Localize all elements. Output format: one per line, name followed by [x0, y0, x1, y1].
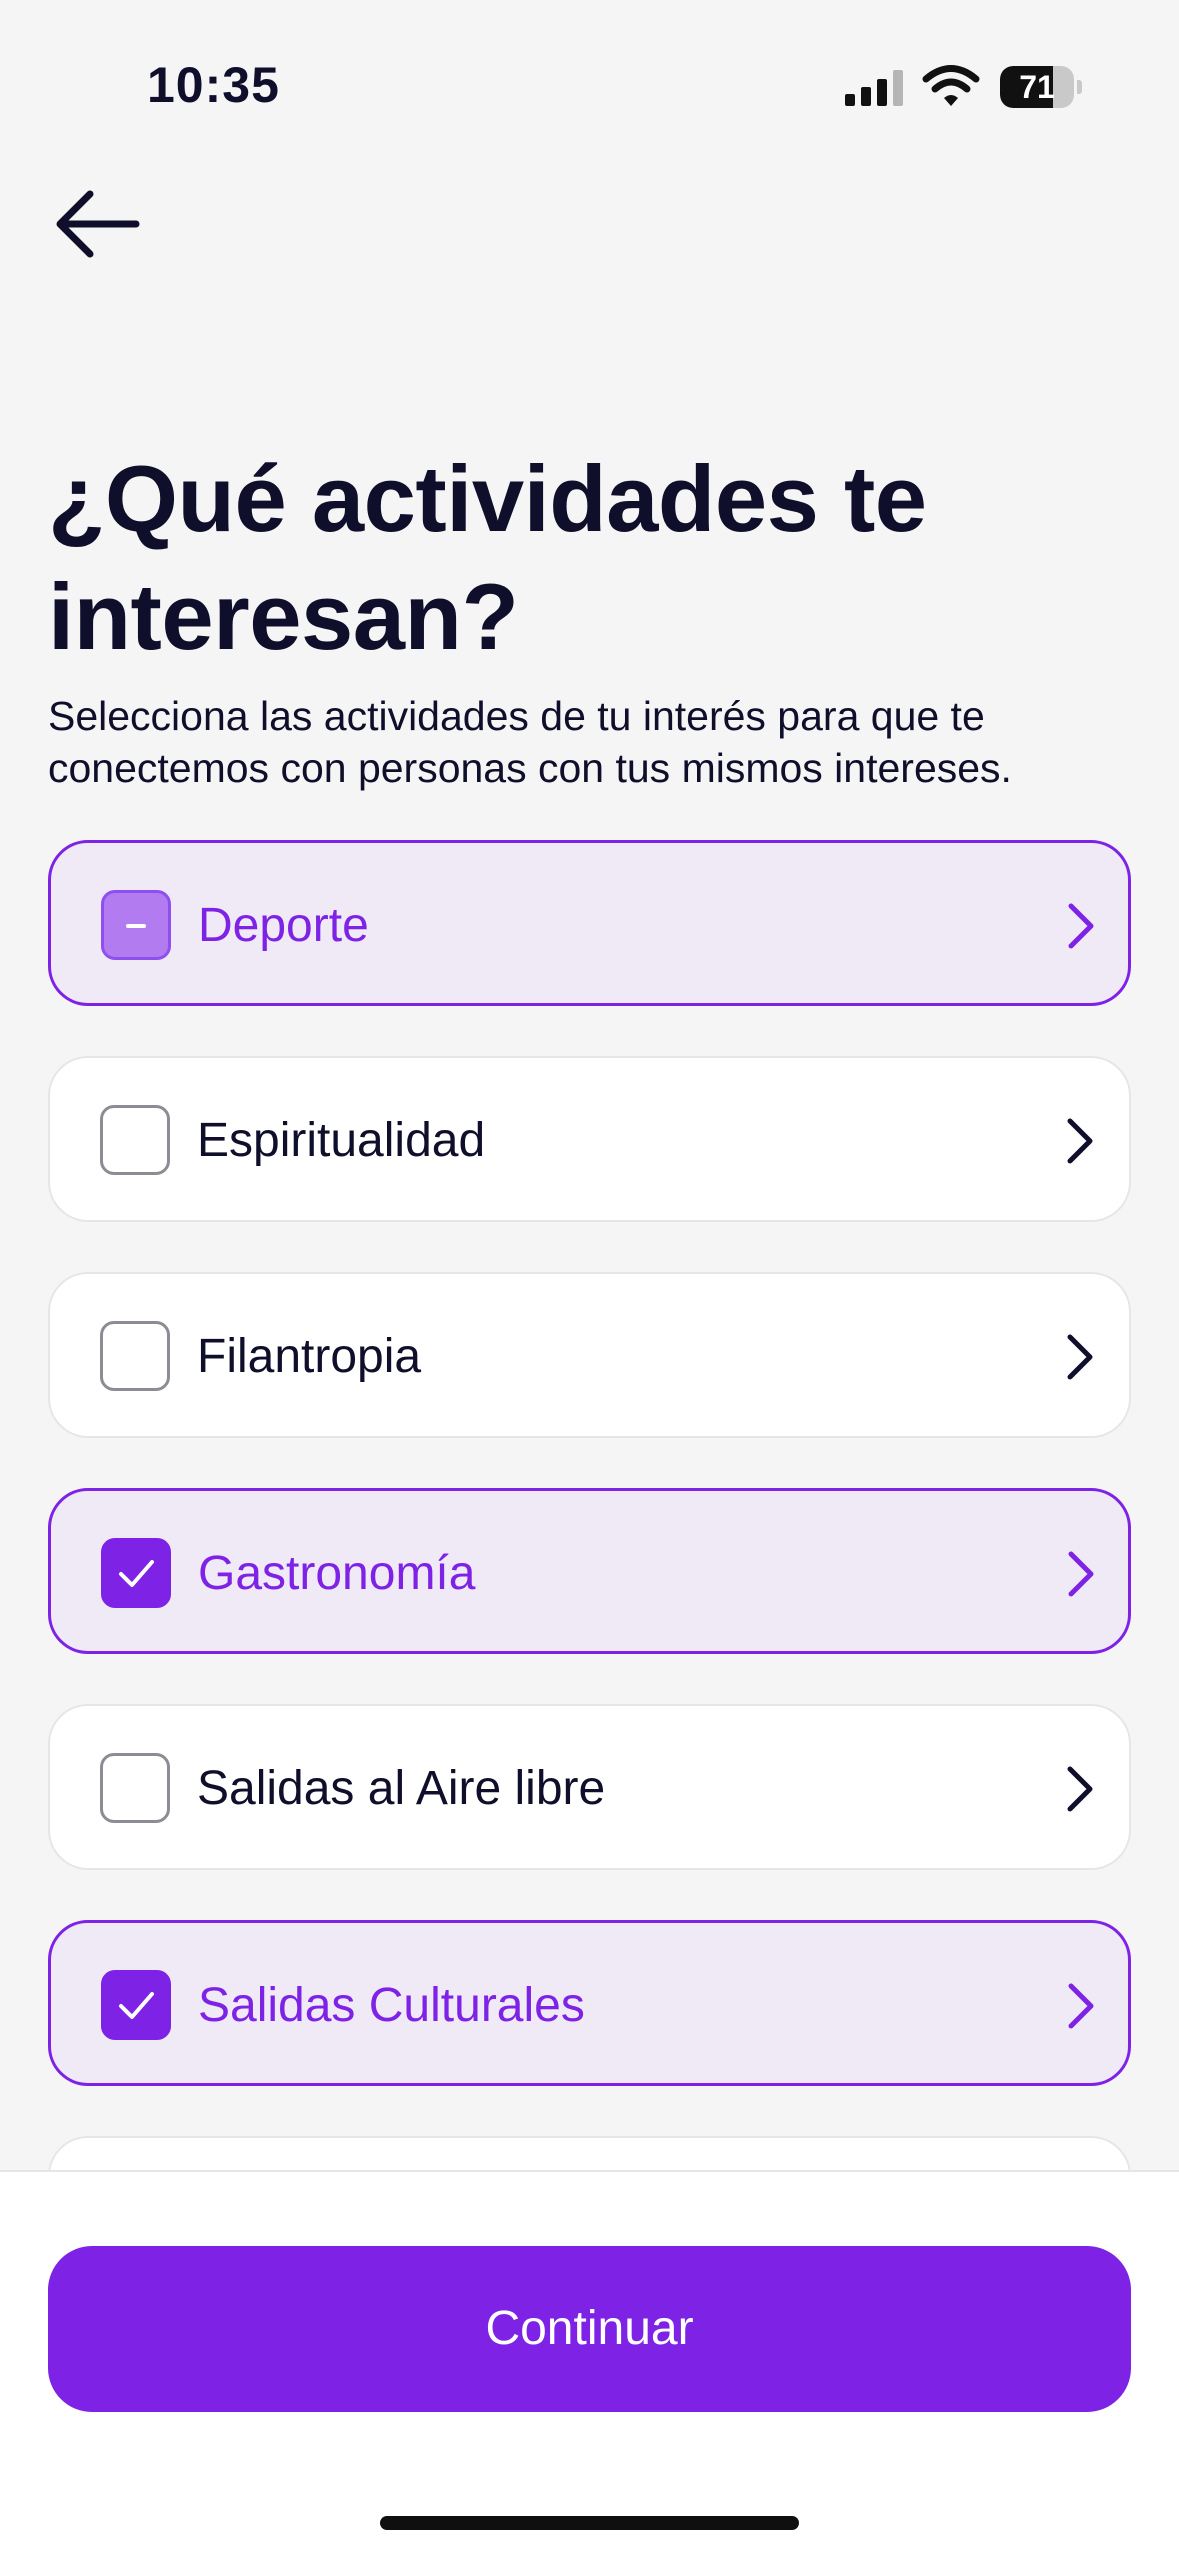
activity-item[interactable]: Salidas al Aire libre: [48, 1704, 1131, 1870]
checkbox-checked[interactable]: [101, 1538, 171, 1608]
activity-item-label: Espiritualidad: [197, 1114, 486, 1167]
back-button[interactable]: [48, 180, 152, 268]
minus-icon: [126, 924, 146, 928]
chevron-right-icon: [1067, 1334, 1093, 1380]
activity-item[interactable]: Gastronomía: [48, 1488, 1131, 1654]
chevron-right-icon: [1068, 1551, 1094, 1597]
activity-item[interactable]: Salidas Culturales: [48, 1920, 1131, 2086]
chevron-right-icon: [1067, 1766, 1093, 1812]
home-indicator: [380, 2516, 799, 2530]
activity-item[interactable]: [48, 2136, 1131, 2170]
checkbox[interactable]: [100, 1321, 170, 1391]
checkbox[interactable]: [100, 1753, 170, 1823]
chevron-right-icon: [1067, 1118, 1093, 1164]
chevron-right-icon: [1068, 1983, 1094, 2029]
bottom-panel: Continuar: [0, 2170, 1179, 2558]
activity-item-label: Salidas al Aire libre: [197, 1762, 606, 1815]
continue-button[interactable]: Continuar: [48, 2246, 1131, 2412]
page-title: ¿Qué actividades te interesan?: [48, 446, 927, 669]
checkbox[interactable]: [100, 1105, 170, 1175]
arrow-left-icon: [56, 190, 140, 258]
activity-item[interactable]: Filantropia: [48, 1272, 1131, 1438]
activity-item[interactable]: Espiritualidad: [48, 1056, 1131, 1222]
check-icon: [119, 1992, 154, 2019]
cellular-signal-icon: [845, 70, 903, 106]
battery-percentage: 71: [1019, 69, 1055, 105]
page-subtitle: Selecciona las actividades de tu interés…: [48, 693, 1012, 791]
activity-item[interactable]: Deporte: [48, 840, 1131, 1006]
checkbox-checked[interactable]: [101, 1970, 171, 2040]
check-icon: [119, 1560, 154, 1587]
activity-item-label: Salidas Culturales: [198, 1979, 585, 2032]
activity-item-label: Gastronomía: [198, 1547, 476, 1600]
wifi-icon: [922, 65, 980, 106]
status-bar: 10:35 71: [0, 0, 1179, 170]
activity-list[interactable]: Deporte Espiritualidad Filantropia Gastrono…: [0, 840, 1179, 2170]
status-time: 10:35: [147, 57, 280, 113]
activity-item-label: Filantropia: [197, 1330, 422, 1383]
chevron-right-icon: [1068, 903, 1094, 949]
checkbox-partial[interactable]: [101, 890, 171, 960]
battery-icon: 71: [1000, 66, 1082, 108]
activity-item-label: Deporte: [198, 899, 369, 952]
